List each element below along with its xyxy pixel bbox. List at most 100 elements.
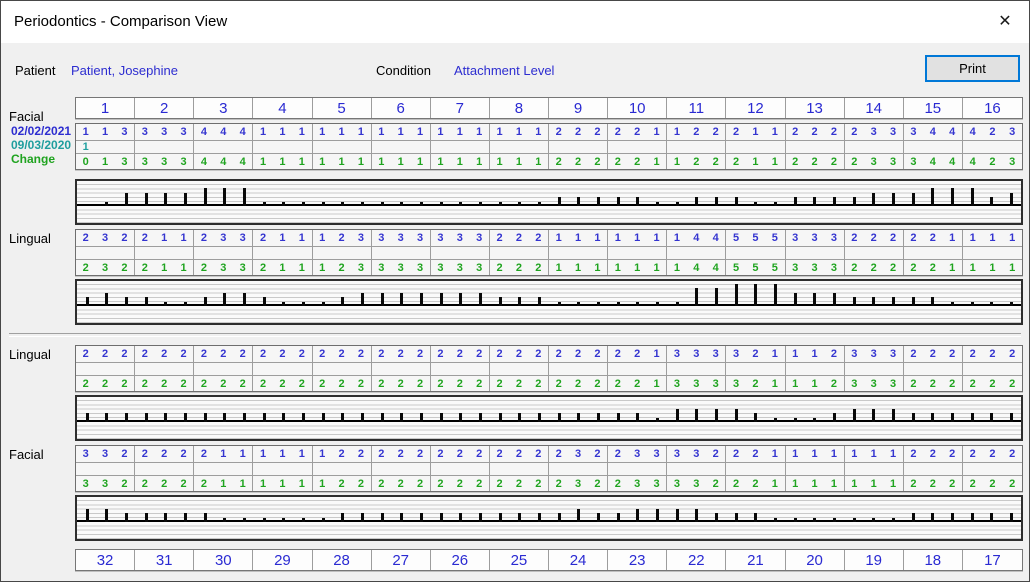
facial-lower-grid: 3322222111111222222222222322333322211111…: [75, 445, 1023, 492]
value-digit: 2: [495, 478, 505, 490]
value-cell: 211: [726, 154, 785, 169]
value-row-change: 2322112332111233333332221111111445553332…: [76, 260, 1022, 275]
value-cell: 222: [963, 376, 1022, 391]
value-digit: 2: [968, 478, 978, 490]
value-digit: 3: [119, 126, 129, 138]
value-cell: 444: [194, 154, 253, 169]
chart-bar: [715, 288, 718, 306]
value-cell: 333: [845, 346, 904, 362]
value-digit: 2: [495, 378, 505, 390]
value-cell: [372, 463, 431, 475]
value-row-current: 1133334441111111111111112222211222112222…: [76, 124, 1022, 141]
value-digit: 2: [928, 232, 938, 244]
value-digit: 1: [770, 156, 780, 168]
value-cell: 222: [549, 346, 608, 362]
value-cell: [904, 363, 963, 375]
value-digit: 4: [968, 126, 978, 138]
value-digit: 4: [199, 126, 209, 138]
value-digit: 2: [1007, 448, 1017, 460]
value-cell: 013: [76, 154, 135, 169]
value-digit: 3: [435, 262, 445, 274]
value-cell: [313, 463, 372, 475]
value-cell: [726, 141, 785, 153]
chart-bar: [282, 202, 285, 206]
value-cell: 222: [313, 376, 372, 391]
chart-bar: [105, 413, 108, 422]
chart-bar: [695, 509, 698, 522]
value-digit: 2: [731, 156, 741, 168]
value-digit: 2: [474, 478, 484, 490]
value-digit: 2: [829, 126, 839, 138]
value-cell: 344: [904, 154, 963, 169]
value-digit: 2: [514, 448, 524, 460]
chart-bar: [223, 413, 226, 422]
value-cell: [608, 363, 667, 375]
chart-bar: [636, 509, 639, 522]
value-digit: 2: [613, 478, 623, 490]
value-cell: 112: [786, 346, 845, 362]
value-digit: 2: [277, 348, 287, 360]
value-cell: 222: [904, 346, 963, 362]
value-cell: [786, 363, 845, 375]
close-icon[interactable]: ✕: [993, 10, 1017, 34]
value-digit: 1: [968, 262, 978, 274]
value-row-previous: 1: [76, 141, 1022, 154]
value-cell: 222: [786, 124, 845, 140]
value-cell: 233: [194, 260, 253, 275]
value-cell: [904, 463, 963, 475]
print-button[interactable]: Print: [925, 55, 1020, 82]
chart-bar: [853, 518, 856, 522]
value-cell: 222: [963, 346, 1022, 362]
chart-bar: [931, 513, 934, 522]
chart-bar: [499, 513, 502, 522]
tooth-number-cell: 6: [372, 98, 431, 118]
value-digit: 2: [632, 156, 642, 168]
value-digit: 2: [849, 126, 859, 138]
value-cell: [667, 141, 726, 153]
value-digit: 1: [652, 126, 662, 138]
chart-bar: [164, 513, 167, 522]
value-cell: [549, 247, 608, 259]
value-digit: 2: [495, 348, 505, 360]
value-digit: 2: [514, 232, 524, 244]
value-digit: 3: [376, 262, 386, 274]
tooth-number-cell: 21: [726, 550, 785, 570]
chart-bar: [1010, 193, 1013, 206]
value-digit: 4: [199, 156, 209, 168]
value-digit: 3: [652, 448, 662, 460]
tooth-number-cell: 25: [490, 550, 549, 570]
value-cell: [549, 141, 608, 153]
value-cell: 423: [963, 124, 1022, 140]
chart-bar: [479, 413, 482, 422]
chart-bar: [341, 297, 344, 306]
value-cell: 222: [904, 376, 963, 391]
patient-name: Patient, Josephine: [71, 63, 178, 78]
value-digit: 3: [869, 348, 879, 360]
value-digit: 1: [100, 156, 110, 168]
value-digit: 2: [337, 262, 347, 274]
value-digit: 2: [592, 378, 602, 390]
value-row-current: 2222222222222222222222222222213333211123…: [76, 346, 1022, 363]
chart-bar: [833, 293, 836, 306]
value-cell: [963, 247, 1022, 259]
value-digit: 2: [337, 348, 347, 360]
chart-bar: [774, 202, 777, 206]
value-digit: 2: [810, 156, 820, 168]
value-row-change: 2222222222222222222222222222213333211123…: [76, 376, 1022, 391]
tooth-number-cell: 7: [431, 98, 490, 118]
value-cell: 111: [253, 124, 312, 140]
tooth-number-cell: 27: [372, 550, 431, 570]
condition-label: Condition: [376, 63, 431, 78]
chart-bar: [990, 197, 993, 206]
value-digit: 2: [238, 348, 248, 360]
value-cell: 144: [667, 230, 726, 246]
value-row-previous: [76, 463, 1022, 476]
value-digit: 2: [140, 232, 150, 244]
value-digit: 3: [396, 232, 406, 244]
value-digit: 1: [179, 262, 189, 274]
value-digit: 1: [750, 126, 760, 138]
chart-bar: [872, 193, 875, 206]
value-digit: 2: [297, 348, 307, 360]
value-digit: 3: [908, 126, 918, 138]
value-cell: 111: [490, 154, 549, 169]
